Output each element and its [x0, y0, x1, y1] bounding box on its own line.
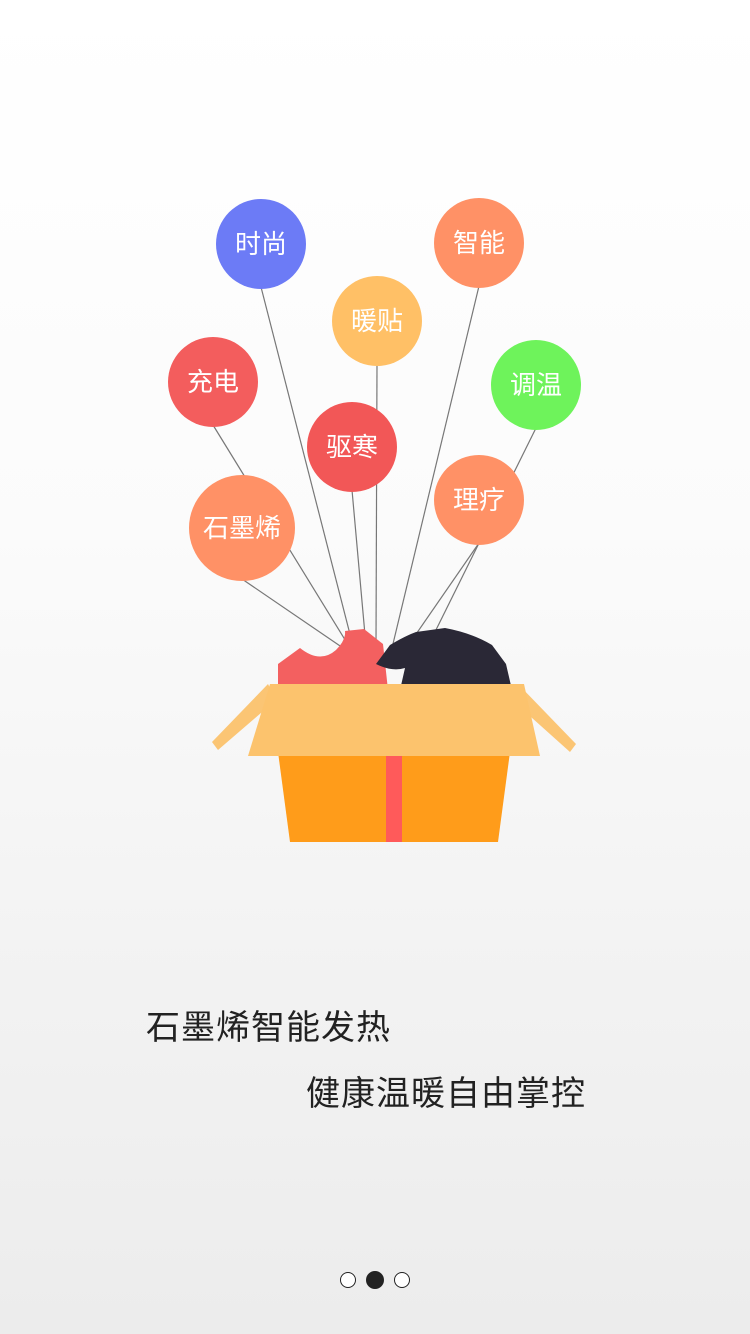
red-shirt: [278, 629, 388, 690]
tagline-line-2: 健康温暖自由掌控: [306, 1074, 586, 1114]
balloon-label-cold-relief: 驱寒: [326, 433, 378, 463]
page-dot-2[interactable]: [366, 1271, 384, 1289]
balloon-label-graphene: 石墨烯: [203, 514, 281, 544]
balloon-smart: 智能: [434, 198, 524, 288]
balloon-label-heat-patch: 暖贴: [351, 307, 403, 337]
page-indicator: [0, 1271, 750, 1289]
balloon-charging: 充电: [168, 337, 258, 427]
balloon-cold-relief: 驱寒: [307, 402, 397, 492]
balloon-label-temperature: 调温: [510, 371, 562, 401]
balloon-temperature: 调温: [491, 340, 581, 430]
balloon-therapy: 理疗: [434, 455, 524, 545]
gift-box: [212, 684, 576, 842]
balloon-label-charging: 充电: [187, 368, 239, 398]
balloon-graphene: 石墨烯: [189, 475, 295, 581]
balloon-label-therapy: 理疗: [453, 486, 505, 516]
balloon-label-smart: 智能: [453, 229, 505, 259]
balloon-string-heat-patch: [375, 363, 378, 647]
gift-box-illustration: 时尚 智能暖贴充电 调温驱寒理疗石墨烯: [168, 198, 581, 842]
tagline-line-1: 石墨烯智能发热: [146, 1008, 391, 1048]
balloon-fashion: 时尚: [216, 199, 306, 289]
box-ribbon: [386, 756, 402, 842]
box-lid: [248, 684, 540, 756]
balloon-label-fashion: 时尚: [235, 230, 287, 260]
balloons-group: 时尚 智能暖贴充电 调温驱寒理疗石墨烯: [168, 198, 581, 581]
balloon-string-graphene: [241, 578, 347, 651]
page-dot-3[interactable]: [394, 1272, 410, 1288]
balloon-string-cold-relief: [351, 489, 367, 647]
dark-shirt: [376, 628, 512, 690]
page-dot-1[interactable]: [340, 1272, 356, 1288]
balloon-heat-patch: 暖贴: [332, 276, 422, 366]
balloon-string-therapy: [411, 542, 480, 641]
